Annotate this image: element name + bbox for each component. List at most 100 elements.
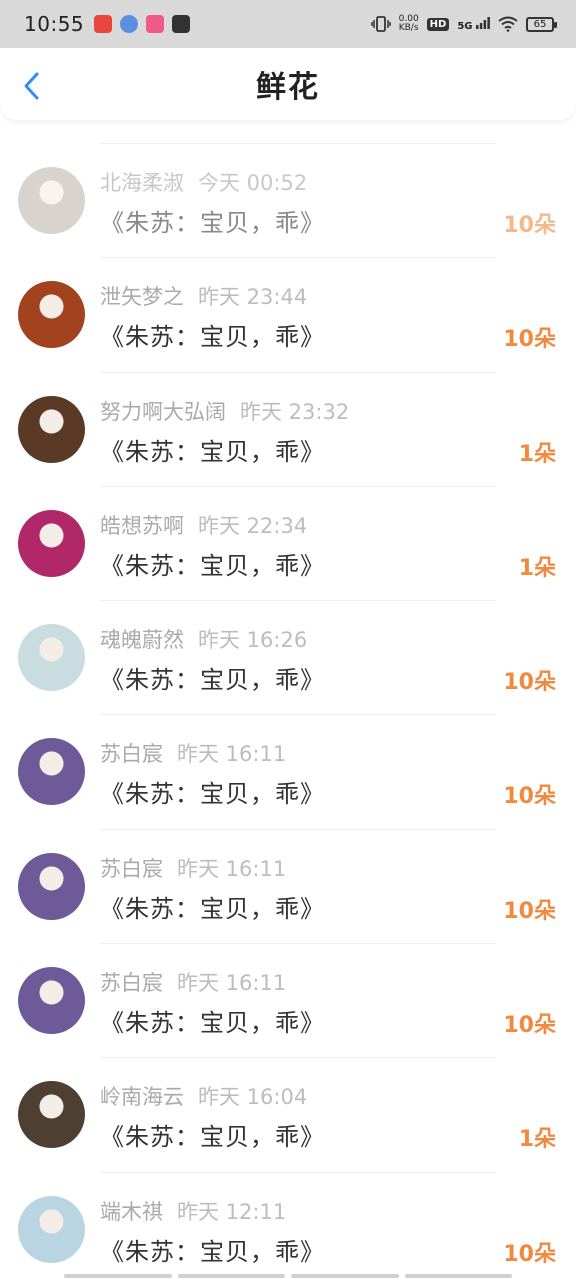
user-name[interactable]: 苏白宸 (100, 742, 163, 766)
row-divider (100, 485, 496, 487)
page-title: 鲜花 (256, 70, 320, 105)
row-meta: 努力啊大弘阔 昨天 23:32 (100, 396, 349, 426)
row-meta: 皓想苏啊 昨天 22:34 (100, 510, 307, 540)
list-item[interactable]: 岭南海云 昨天 16:04 《朱苏：宝贝，乖》 1朵 (0, 1057, 576, 1171)
signal-5g: 5G (457, 16, 490, 32)
signal-bars-icon (476, 16, 490, 29)
avatar[interactable] (18, 738, 85, 806)
notification-icons (94, 15, 191, 33)
status-bar: 10:55 0.00 KB/s HD 5G 65 (0, 0, 576, 48)
user-name[interactable]: 端木祺 (100, 1200, 163, 1224)
row-divider (100, 714, 496, 716)
user-name[interactable]: 北海柔淑 (100, 171, 184, 195)
flower-count: 10朵 (503, 327, 556, 353)
row-divider (100, 1171, 496, 1173)
list-item[interactable]: 魂魄蔚然 昨天 16:26 《朱苏：宝贝，乖》 10朵 (0, 600, 576, 714)
row-divider (100, 257, 496, 259)
flower-count: 1朵 (518, 441, 556, 467)
gift-time: 今天 00:52 (198, 171, 308, 195)
user-name[interactable]: 泄矢梦之 (100, 285, 184, 309)
flower-list[interactable]: 北海柔淑 今天 00:52 《朱苏：宝贝，乖》 10朵 泄矢梦之 昨天 23:44 《朱苏：… (0, 143, 576, 1280)
gift-title: 《朱苏：宝贝，乖》 (100, 894, 325, 923)
avatar[interactable] (18, 852, 85, 920)
mascot-app-icon (120, 15, 139, 33)
list-item[interactable]: 苏白宸 昨天 16:11 《朱苏：宝贝，乖》 10朵 (0, 828, 576, 943)
status-right: 0.00 KB/s HD 5G 65 (370, 15, 557, 33)
calendar-app-icon (94, 15, 113, 33)
gift-time: 昨天 22:34 (198, 513, 308, 538)
row-meta: 魂魄蔚然 昨天 16:26 (100, 624, 307, 654)
scroll-indicator (64, 1274, 512, 1278)
gift-title: 《朱苏：宝贝，乖》 (100, 209, 325, 237)
user-name[interactable]: 魂魄蔚然 (100, 628, 184, 652)
gift-time: 昨天 16:04 (198, 1085, 308, 1110)
user-name[interactable]: 苏白宸 (100, 971, 163, 995)
row-divider (100, 943, 496, 945)
scroll-segment (64, 1274, 172, 1278)
row-meta: 苏白宸 昨天 16:11 (100, 853, 286, 883)
row-divider (100, 371, 496, 373)
gift-time: 昨天 23:32 (240, 399, 350, 424)
gift-title: 《朱苏：宝贝，乖》 (100, 323, 325, 352)
row-divider (100, 143, 496, 144)
flower-count: 10朵 (503, 1241, 556, 1267)
list-item[interactable]: 泄矢梦之 昨天 23:44 《朱苏：宝贝，乖》 10朵 (0, 257, 576, 371)
gift-time: 昨天 16:11 (177, 971, 287, 996)
user-name[interactable]: 皓想苏啊 (100, 514, 184, 538)
wifi-icon (498, 16, 518, 32)
status-time: 10:55 (24, 12, 85, 36)
gift-title: 《朱苏：宝贝，乖》 (100, 666, 325, 695)
gift-title: 《朱苏：宝贝，乖》 (100, 551, 325, 580)
avatar[interactable] (18, 624, 85, 692)
row-divider (100, 600, 496, 602)
row-meta: 泄矢梦之 昨天 23:44 (100, 281, 307, 311)
scroll-segment (291, 1274, 399, 1278)
message-app-icon (172, 15, 191, 33)
signal-label: 5G (457, 20, 473, 32)
list-item[interactable]: 苏白宸 昨天 16:11 《朱苏：宝贝，乖》 10朵 (0, 714, 576, 828)
list-item[interactable]: 皓想苏啊 昨天 22:34 《朱苏：宝贝，乖》 1朵 (0, 485, 576, 600)
user-name[interactable]: 岭南海云 (100, 1085, 184, 1109)
scroll-segment (177, 1274, 285, 1278)
list-item[interactable]: 北海柔淑 今天 00:52 《朱苏：宝贝，乖》 10朵 (0, 143, 576, 257)
user-name[interactable]: 苏白宸 (100, 857, 163, 881)
avatar[interactable] (18, 1195, 85, 1263)
chevron-left-icon (24, 72, 39, 100)
gift-title: 《朱苏：宝贝，乖》 (100, 1123, 325, 1152)
gift-title: 《朱苏：宝贝，乖》 (100, 1237, 325, 1266)
flower-count: 10朵 (503, 784, 556, 810)
row-meta: 苏白宸 昨天 16:11 (100, 967, 286, 997)
flower-count: 10朵 (503, 670, 556, 696)
list-item[interactable]: 努力啊大弘阔 昨天 23:32 《朱苏：宝贝，乖》 1朵 (0, 371, 576, 486)
music-app-icon (146, 15, 165, 33)
row-meta: 北海柔淑 今天 00:52 (100, 167, 307, 197)
flower-count: 1朵 (518, 1127, 556, 1153)
row-meta: 苏白宸 昨天 16:11 (100, 738, 286, 768)
flower-count: 10朵 (503, 898, 556, 924)
back-button[interactable] (14, 68, 50, 104)
page-header: 鲜花 (0, 48, 576, 120)
flower-count: 1朵 (518, 555, 556, 581)
gift-time: 昨天 16:26 (198, 628, 308, 653)
avatar[interactable] (18, 281, 85, 349)
avatar[interactable] (18, 967, 85, 1035)
avatar[interactable] (18, 167, 85, 234)
avatar[interactable] (18, 509, 85, 577)
gift-time: 昨天 12:11 (177, 1199, 287, 1224)
flower-count: 10朵 (503, 1013, 556, 1039)
gift-time: 昨天 16:11 (177, 856, 287, 881)
network-speed: 0.00 KB/s (399, 15, 419, 33)
user-name[interactable]: 努力啊大弘阔 (100, 400, 226, 424)
battery-indicator: 65 (526, 16, 557, 32)
hd-badge: HD (426, 17, 450, 31)
row-meta: 岭南海云 昨天 16:04 (100, 1081, 307, 1111)
vibrate-icon (370, 16, 391, 32)
list-item[interactable]: 端木祺 昨天 12:11 《朱苏：宝贝，乖》 10朵 (0, 1171, 576, 1280)
list-item[interactable]: 苏白宸 昨天 16:11 《朱苏：宝贝，乖》 10朵 (0, 943, 576, 1057)
avatar[interactable] (18, 395, 85, 463)
gift-title: 《朱苏：宝贝，乖》 (100, 1009, 325, 1038)
row-divider (100, 828, 496, 830)
gift-title: 《朱苏：宝贝，乖》 (100, 780, 325, 809)
avatar[interactable] (18, 1081, 85, 1149)
gift-time: 昨天 16:11 (177, 742, 287, 767)
